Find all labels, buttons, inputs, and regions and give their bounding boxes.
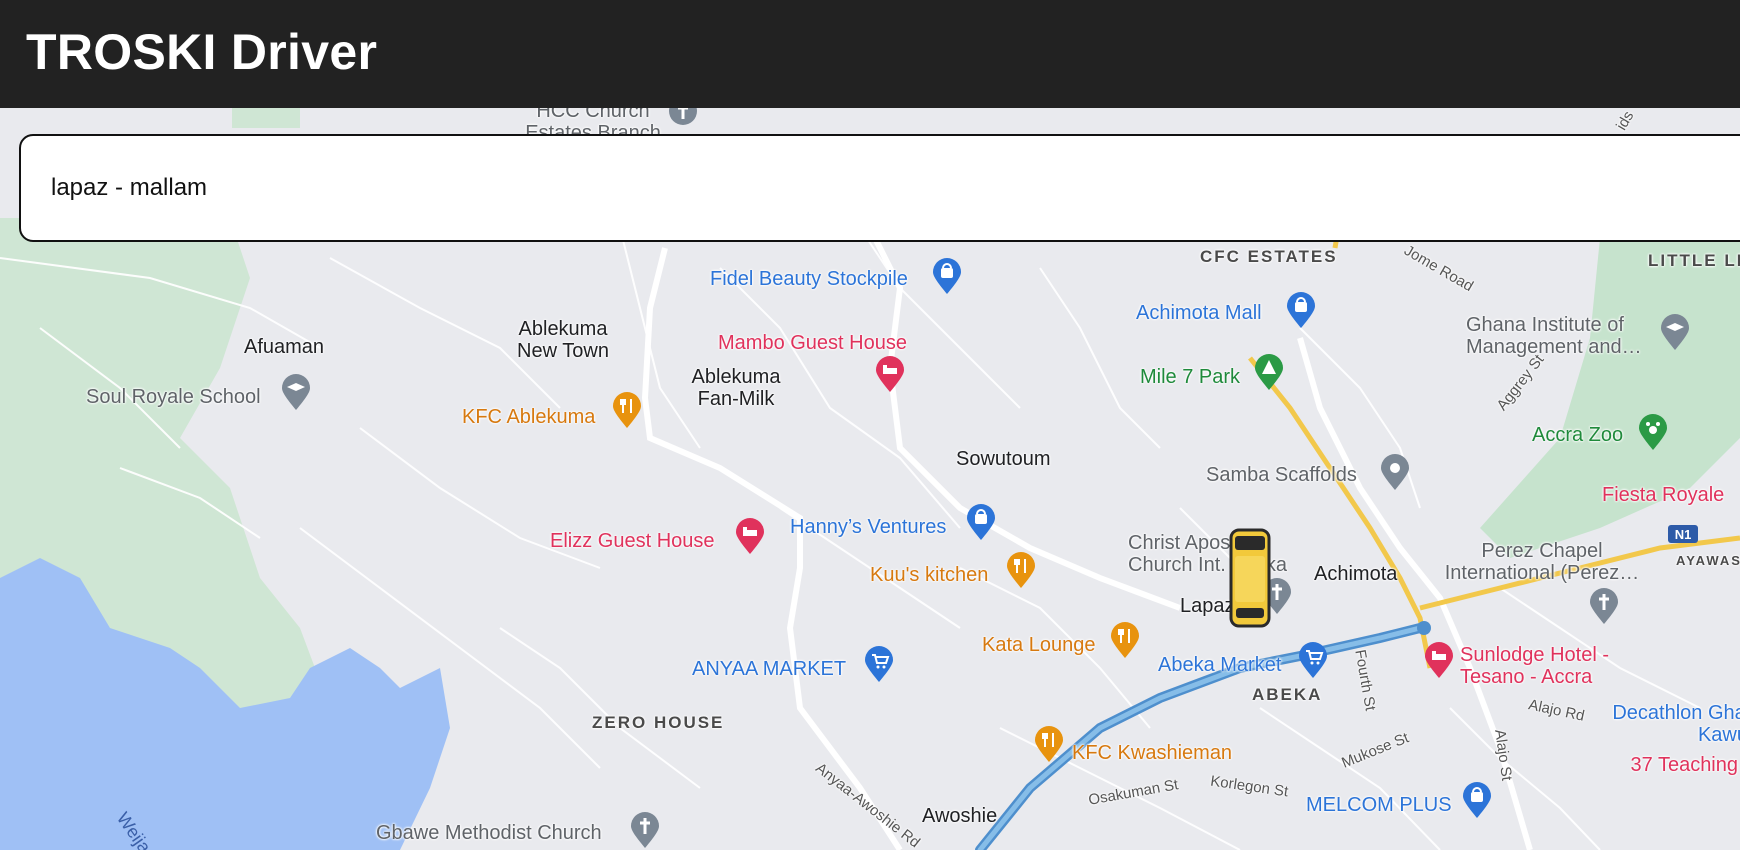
bed-icon[interactable] bbox=[1424, 642, 1454, 678]
district-label-cfc-estates: CFC ESTATES bbox=[1200, 247, 1338, 266]
district-label-ayawas: AYAWAS bbox=[1676, 553, 1740, 568]
minibus-icon[interactable] bbox=[1229, 528, 1271, 633]
district-label-abeka: ABEKA bbox=[1252, 685, 1323, 704]
district-label-little-le: LITTLE LE bbox=[1648, 251, 1740, 270]
app-header: TROSKI Driver bbox=[0, 0, 1740, 108]
place-label-anyaa-market: ANYAA MARKET bbox=[692, 658, 847, 680]
place-label-melcom-plus: MELCOM PLUS bbox=[1306, 794, 1452, 816]
place-label-christ-apostolic-church: Christ Apostolic Church Int. Abeka bbox=[1128, 532, 1287, 576]
place-label-kata-lounge: Kata Lounge bbox=[982, 634, 1096, 656]
area-label-lapaz: Lapaz bbox=[1180, 595, 1235, 617]
place-label-hannys-ventures: Hanny’s Ventures bbox=[790, 516, 947, 538]
cross-icon[interactable] bbox=[630, 812, 660, 848]
place-label-decathlon: Decathlon Gha - Kawuk bbox=[1612, 702, 1740, 746]
app-title: TROSKI Driver bbox=[26, 24, 378, 80]
place-label-elizz-guest-house: Elizz Guest House bbox=[550, 530, 715, 552]
place-label-mambo-guest-house: Mambo Guest House bbox=[718, 332, 907, 354]
area-label-ablekuma-fan-milk: Ablekuma Fan-Milk bbox=[691, 366, 781, 410]
bed-icon[interactable] bbox=[875, 356, 905, 392]
route-search-input[interactable] bbox=[51, 136, 1551, 240]
shopping-bag-icon[interactable] bbox=[1286, 292, 1316, 328]
graduation-cap-icon[interactable] bbox=[281, 374, 311, 410]
area-label-sowutoum: Sowutoum bbox=[956, 448, 1051, 470]
place-label-ghana-institute: Ghana Institute of Management and… bbox=[1466, 314, 1642, 358]
area-label-ablekuma-new-town: Ablekuma New Town bbox=[517, 318, 609, 362]
cross-icon[interactable] bbox=[1589, 588, 1619, 624]
tree-icon[interactable] bbox=[1254, 354, 1284, 390]
place-label-fiesta-royale: Fiesta Royale bbox=[1602, 484, 1725, 506]
paw-icon[interactable] bbox=[1638, 414, 1668, 450]
fork-knife-icon[interactable] bbox=[1110, 622, 1140, 658]
fork-knife-icon[interactable] bbox=[1006, 552, 1036, 588]
area-label-awoshie: Awoshie bbox=[922, 805, 998, 827]
map-pin-icon[interactable] bbox=[1380, 454, 1410, 490]
place-label-achimota-mall: Achimota Mall bbox=[1136, 302, 1262, 324]
park-area-top bbox=[232, 108, 300, 128]
place-label-kfc-kwashieman: KFC Kwashieman bbox=[1072, 742, 1233, 764]
place-label-fidel-beauty: Fidel Beauty Stockpile bbox=[710, 268, 908, 290]
route-search-box[interactable] bbox=[19, 134, 1740, 242]
shopping-bag-icon[interactable] bbox=[1462, 782, 1492, 818]
place-label-kfc-ablekuma: KFC Ablekuma bbox=[462, 406, 596, 428]
fork-knife-icon[interactable] bbox=[612, 392, 642, 428]
place-label-mile-7-park: Mile 7 Park bbox=[1140, 366, 1241, 388]
place-label-samba-scaffolds: Samba Scaffolds bbox=[1206, 464, 1357, 486]
place-label-soul-royale-school: Soul Royale School bbox=[86, 386, 261, 408]
place-label-gbawe-methodist: Gbawe Methodist Church bbox=[376, 822, 602, 844]
cart-icon[interactable] bbox=[864, 646, 894, 682]
shopping-bag-icon[interactable] bbox=[966, 504, 996, 540]
graduation-cap-icon[interactable] bbox=[1660, 314, 1690, 350]
route-end-marker bbox=[1417, 621, 1431, 635]
fork-knife-icon[interactable] bbox=[1034, 726, 1064, 762]
highway-badge-text: N1 bbox=[1675, 527, 1692, 542]
place-label-abeka-market: Abeka Market bbox=[1158, 654, 1282, 676]
place-label-kuus-kitchen: Kuu's kitchen bbox=[870, 564, 989, 586]
place-label-perez-chapel: Perez Chapel International (Perez… bbox=[1444, 540, 1640, 584]
place-label-accra-zoo: Accra Zoo bbox=[1532, 424, 1624, 446]
bed-icon[interactable] bbox=[735, 518, 765, 554]
cart-icon[interactable] bbox=[1298, 642, 1328, 678]
cross-icon[interactable] bbox=[668, 108, 698, 126]
shopping-bag-icon[interactable] bbox=[932, 258, 962, 294]
area-label-afuaman: Afuaman bbox=[244, 336, 325, 358]
district-label-zero-house: ZERO HOUSE bbox=[592, 713, 725, 732]
place-label-sunlodge-hotel: Sunlodge Hotel - Tesano - Accra bbox=[1460, 644, 1609, 688]
place-label-37-teaching: 37 Teaching H bbox=[1630, 754, 1740, 776]
